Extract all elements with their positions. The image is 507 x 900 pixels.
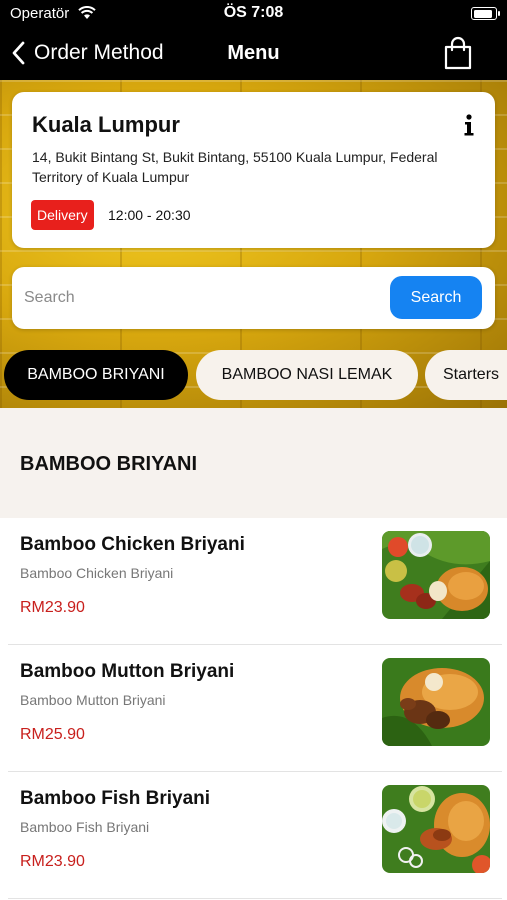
- status-bar: Operatör ÖS 7:08: [0, 0, 507, 28]
- info-icon[interactable]: [463, 114, 475, 136]
- search-button[interactable]: Search: [390, 276, 482, 319]
- chevron-left-icon: [12, 41, 25, 65]
- item-description: Bamboo Fish Briyani: [20, 819, 150, 835]
- back-button[interactable]: Order Method: [12, 38, 164, 68]
- tab-bamboo-nasi-lemak[interactable]: BAMBOO NASI LEMAK: [196, 350, 418, 400]
- battery-icon: [471, 7, 500, 20]
- store-card: Kuala Lumpur 14, Bukit Bintang St, Bukit…: [12, 92, 495, 248]
- item-price: RM25.90: [20, 726, 85, 743]
- fish-briyani-photo: [382, 785, 490, 873]
- delivery-badge: Delivery: [31, 200, 94, 230]
- menu-item[interactable]: Bamboo Fish Briyani Bamboo Fish Briyani …: [8, 772, 502, 899]
- search-input[interactable]: [24, 281, 384, 315]
- category-tabs: BAMBOO BRIYANI BAMBOO NASI LEMAK Starter…: [0, 350, 507, 400]
- item-name: Bamboo Mutton Briyani: [20, 661, 235, 682]
- item-name: Bamboo Chicken Briyani: [20, 534, 245, 555]
- tab-bamboo-briyani[interactable]: BAMBOO BRIYANI: [4, 350, 188, 400]
- item-price: RM23.90: [20, 853, 85, 870]
- section-header: BAMBOO BRIYANI: [0, 408, 507, 518]
- nav-bar: Order Method Menu: [0, 28, 507, 80]
- chicken-briyani-photo: [382, 531, 490, 619]
- shopping-bag-icon[interactable]: [443, 36, 473, 70]
- item-price: RM23.90: [20, 599, 85, 616]
- menu-item[interactable]: Bamboo Chicken Briyani Bamboo Chicken Br…: [8, 518, 502, 645]
- item-description: Bamboo Chicken Briyani: [20, 565, 174, 581]
- mutton-briyani-photo: [382, 658, 490, 746]
- item-name: Bamboo Fish Briyani: [20, 788, 211, 809]
- item-description: Bamboo Mutton Briyani: [20, 692, 166, 708]
- search-bar: Search: [12, 267, 495, 329]
- store-address: 14, Bukit Bintang St, Bukit Bintang, 551…: [32, 149, 438, 185]
- clock: ÖS 7:08: [223, 4, 284, 21]
- store-hours: 12:00 - 20:30: [108, 207, 191, 223]
- tab-starters[interactable]: Starters: [425, 350, 507, 400]
- back-button-label: Order Method: [34, 41, 164, 64]
- menu-item[interactable]: Bamboo Mutton Briyani Bamboo Mutton Briy…: [8, 645, 502, 772]
- section-title: BAMBOO BRIYANI: [20, 453, 198, 475]
- store-name: Kuala Lumpur: [32, 112, 180, 137]
- battery-level: [473, 9, 493, 18]
